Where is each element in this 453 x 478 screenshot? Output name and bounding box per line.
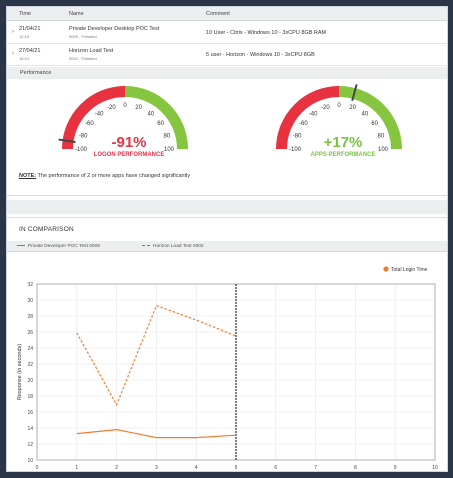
y-tick-label: 10 <box>27 458 33 464</box>
tests-table-header: Time Name Comment <box>7 7 447 21</box>
comparison-legend-bar: Private Developer POC Test 0009 Horizon … <box>7 241 447 252</box>
chevron-right-icon[interactable]: › <box>12 29 14 35</box>
legend-dot-icon <box>383 266 389 272</box>
table-row[interactable]: › 27/04/21 15:24 Horizon Load Test 0002 … <box>7 44 447 66</box>
y-tick-label: 32 <box>27 282 33 288</box>
gauge-tick-label: 40 <box>148 111 155 117</box>
gauge-tick-label: -40 <box>95 111 104 117</box>
row-status: 0002 - Finished <box>69 56 97 61</box>
y-tick-label: 14 <box>27 426 33 432</box>
gauge-tick-label: 80 <box>164 133 171 139</box>
performance-heading: Performance <box>20 70 52 76</box>
x-tick-label: 7 <box>314 465 317 471</box>
gauge-tick-label: 80 <box>378 133 385 139</box>
x-tick-label: 1 <box>75 465 78 471</box>
x-tick-label: 3 <box>155 465 158 471</box>
chevron-right-icon[interactable]: › <box>12 51 14 57</box>
gauge-tick-label: -80 <box>79 133 88 139</box>
note-text: The performance of 2 or more apps have c… <box>36 173 191 179</box>
solid-line-icon <box>17 245 25 247</box>
legend-label: Horizon Load Test 0002 <box>153 244 204 249</box>
comparison-title: IN COMPARISON <box>19 226 74 233</box>
logon-performance-gauge: -100 -80 -60-40-20 0 20 406080 100 -91%LOGON PE… <box>58 86 188 158</box>
x-tick-label: 8 <box>354 465 357 471</box>
y-tick-label: 28 <box>27 314 33 320</box>
gauge-tick-label: 60 <box>157 121 164 127</box>
gauge-tick-label: -40 <box>309 111 318 117</box>
row-time: 15:24 <box>19 56 30 61</box>
y-axis-label: Response (in seconds) <box>17 344 23 400</box>
gauge-tick-label: 20 <box>349 105 356 111</box>
gauge-value-label: -91% <box>111 134 146 151</box>
y-tick-label: 20 <box>27 378 33 384</box>
x-tick-label: 6 <box>274 465 277 471</box>
row-name: Private Developer Desktop POC Test <box>69 26 160 32</box>
row-comment: 10 User - Citrix - Windows 10 - 3xCPU 8G… <box>206 30 327 36</box>
login-time-chart: 0 1 2 3 4 5 6 7 8 9 10101214161820222426283032Resp… <box>17 266 438 471</box>
note-label: NOTE: <box>19 173 37 179</box>
apps-performance-gauge: -100 -80 -60-40-20 0 20 406080 100 +17%APPS PER… <box>276 84 402 158</box>
gauge-tick-label: -100 <box>75 147 88 153</box>
y-tick-label: 22 <box>27 362 33 368</box>
legend-item-test-0009[interactable]: Private Developer POC Test 0009 <box>17 244 100 249</box>
y-tick-label: 12 <box>27 442 33 448</box>
gauge-tick-label: -100 <box>289 147 302 153</box>
gauge-tick-label: 60 <box>371 121 378 127</box>
gauge-tick-label: 100 <box>378 147 389 153</box>
x-tick-label: 9 <box>394 465 397 471</box>
performance-note: NOTE: The performance of 2 or more apps … <box>19 173 190 179</box>
gauge-caption: LOGON PERFORMANCE <box>94 152 165 158</box>
x-tick-label: 5 <box>235 465 238 471</box>
x-tick-label: 10 <box>432 465 438 471</box>
x-tick-label: 2 <box>115 465 118 471</box>
y-tick-label: 30 <box>27 298 33 304</box>
y-tick-label: 16 <box>27 410 33 416</box>
gauge-tick-label: 0 <box>123 103 127 109</box>
col-name: Name <box>69 11 84 17</box>
gauge-tick-label: -20 <box>321 105 330 111</box>
gauge-tick-label: -60 <box>299 121 308 127</box>
gauge-tick-label: -60 <box>85 121 94 127</box>
y-tick-label: 18 <box>27 394 33 400</box>
y-tick-label: 26 <box>27 330 33 336</box>
chart-legend-label: Total Login Time <box>391 267 428 273</box>
report-panel: Time Name Comment › 21/04/21 12:10 Priva… <box>6 6 448 472</box>
x-tick-label: 4 <box>195 465 198 471</box>
section-spacer <box>7 200 447 214</box>
dashed-line-icon <box>142 245 150 247</box>
table-row[interactable]: › 21/04/21 12:10 Private Developer Deskt… <box>7 22 447 44</box>
row-time: 12:10 <box>19 34 30 39</box>
legend-label: Private Developer POC Test 0009 <box>28 244 100 249</box>
gauge-caption: APPS PERFORMANCE <box>310 152 375 158</box>
divider <box>7 217 447 218</box>
row-date: 27/04/21 <box>19 48 41 54</box>
gauge-tick-label: 0 <box>337 103 341 109</box>
divider <box>7 195 447 196</box>
gauge-tick-label: -80 <box>293 133 302 139</box>
col-comment: Comment <box>206 11 230 17</box>
gauge-tick-label: 40 <box>362 111 369 117</box>
row-name: Horizon Load Test <box>69 48 114 54</box>
col-time: Time <box>19 11 32 17</box>
performance-header: Performance <box>7 67 447 79</box>
row-status: 0009 - Finished <box>69 34 97 39</box>
row-date: 21/04/21 <box>19 26 41 32</box>
row-comment: 5 user - Horizon - Windows 10 - 3xCPU 8G… <box>206 52 315 58</box>
x-tick-label: 0 <box>36 465 39 471</box>
legend-item-test-0002[interactable]: Horizon Load Test 0002 <box>142 244 204 249</box>
gauge-tick-label: 20 <box>135 105 142 111</box>
gauge-value-label: +17% <box>324 134 363 151</box>
gauge-tick-label: -20 <box>107 105 116 111</box>
y-tick-label: 24 <box>27 346 33 352</box>
gauge-tick-label: 100 <box>164 147 175 153</box>
